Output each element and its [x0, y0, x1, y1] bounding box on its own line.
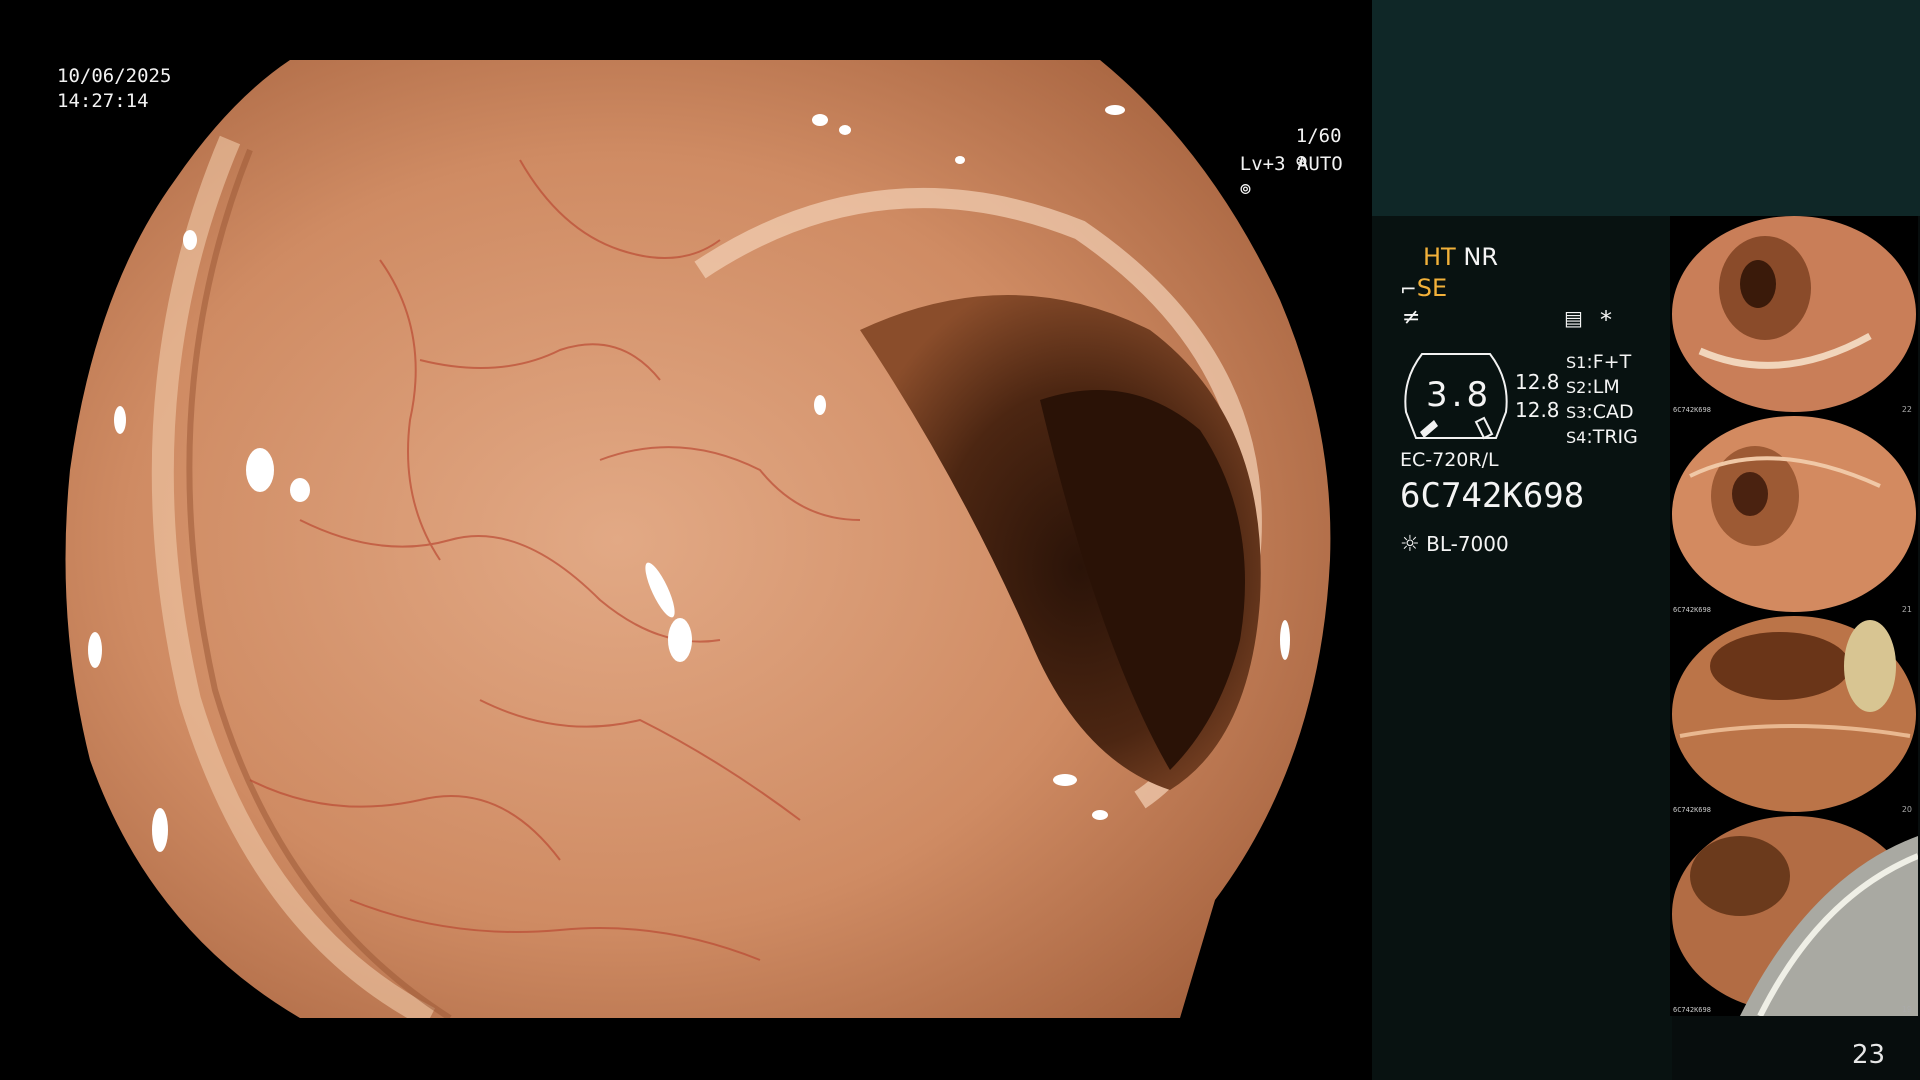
thumbnail-number: 21	[1901, 605, 1912, 614]
enhance-icon: ⌐	[1400, 277, 1417, 301]
capture-thumbnail-3[interactable]: 6C742K698 20	[1670, 616, 1918, 816]
filter-icon: ≠	[1402, 305, 1421, 330]
thumbnail-caption: 6C742K698	[1673, 806, 1711, 814]
time-readout: 14:27:14	[57, 90, 149, 112]
mode-line-2: ⌐SE	[1400, 274, 1447, 302]
setting-s2: S2:LM	[1566, 376, 1620, 398]
page-number: 23	[1852, 1040, 1886, 1070]
light-source-label: BL-7000	[1426, 532, 1509, 556]
thumbnail-caption: 6C742K698	[1673, 1006, 1711, 1014]
thumbnail-number: 20	[1901, 805, 1912, 814]
gauge-right-marker	[1474, 416, 1494, 440]
gauge-left-marker	[1420, 420, 1438, 438]
colon-lumen-image	[65, 60, 1331, 1018]
iris-icon: ⊚	[1239, 178, 1252, 200]
date-readout: 10/06/2025	[57, 65, 172, 87]
endoscope-view: 10/06/2025 14:27:14 1/60 ⊛ Lv+3 AUTO ⊚	[0, 0, 1372, 1080]
thumbnail-number: 22	[1901, 405, 1912, 414]
se-mode: SE	[1416, 274, 1448, 302]
setting-s3: S3:CAD	[1566, 401, 1634, 423]
gauge-side-top: 12.8	[1515, 370, 1560, 394]
light-bulb-icon: ☼	[1400, 532, 1420, 557]
nr-mode: NR	[1463, 243, 1498, 271]
level-value: Lv+3 AUTO	[1239, 153, 1343, 175]
panel-status-area	[1372, 216, 1672, 1080]
thumbnail-image	[1672, 816, 1918, 1016]
panel-header-area	[1372, 0, 1920, 216]
thumbnail-image	[1672, 416, 1916, 612]
thumbnail-image	[1672, 216, 1916, 412]
scope-serial: 6C742K698	[1400, 476, 1585, 516]
thumbnail-number: 19	[1901, 1005, 1912, 1014]
switch-settings: S1:F+T S2:LM S3:CAD S4:TRIG	[1566, 350, 1638, 450]
level-readout: Lv+3 AUTO ⊚	[1194, 127, 1343, 227]
setting-s4: S4:TRIG	[1566, 426, 1638, 448]
capture-thumbnail-2[interactable]: 6C742K698 21	[1670, 416, 1918, 616]
gauge-side-bottom: 12.8	[1515, 398, 1560, 422]
light-source: ☼ BL-7000	[1400, 532, 1509, 557]
ht-mode: HT	[1423, 243, 1456, 271]
capture-thumbnail-1[interactable]: 6C742K698 22	[1670, 216, 1918, 416]
setting-s1: S1:F+T	[1566, 351, 1632, 373]
mode-line-1: HT NR	[1423, 243, 1498, 271]
asterisk-indicator: *	[1600, 306, 1612, 334]
scope-model: EC-720R/L	[1400, 449, 1499, 471]
gauge-value: 3.8	[1426, 375, 1493, 415]
thumbnail-image	[1672, 616, 1916, 812]
capture-thumbnail-4[interactable]: 6C742K698 19	[1670, 816, 1918, 1016]
menu-list-icon: ▤	[1564, 306, 1583, 330]
thumbnail-caption: 6C742K698	[1673, 606, 1711, 614]
thumbnail-caption: 6C742K698	[1673, 406, 1711, 414]
